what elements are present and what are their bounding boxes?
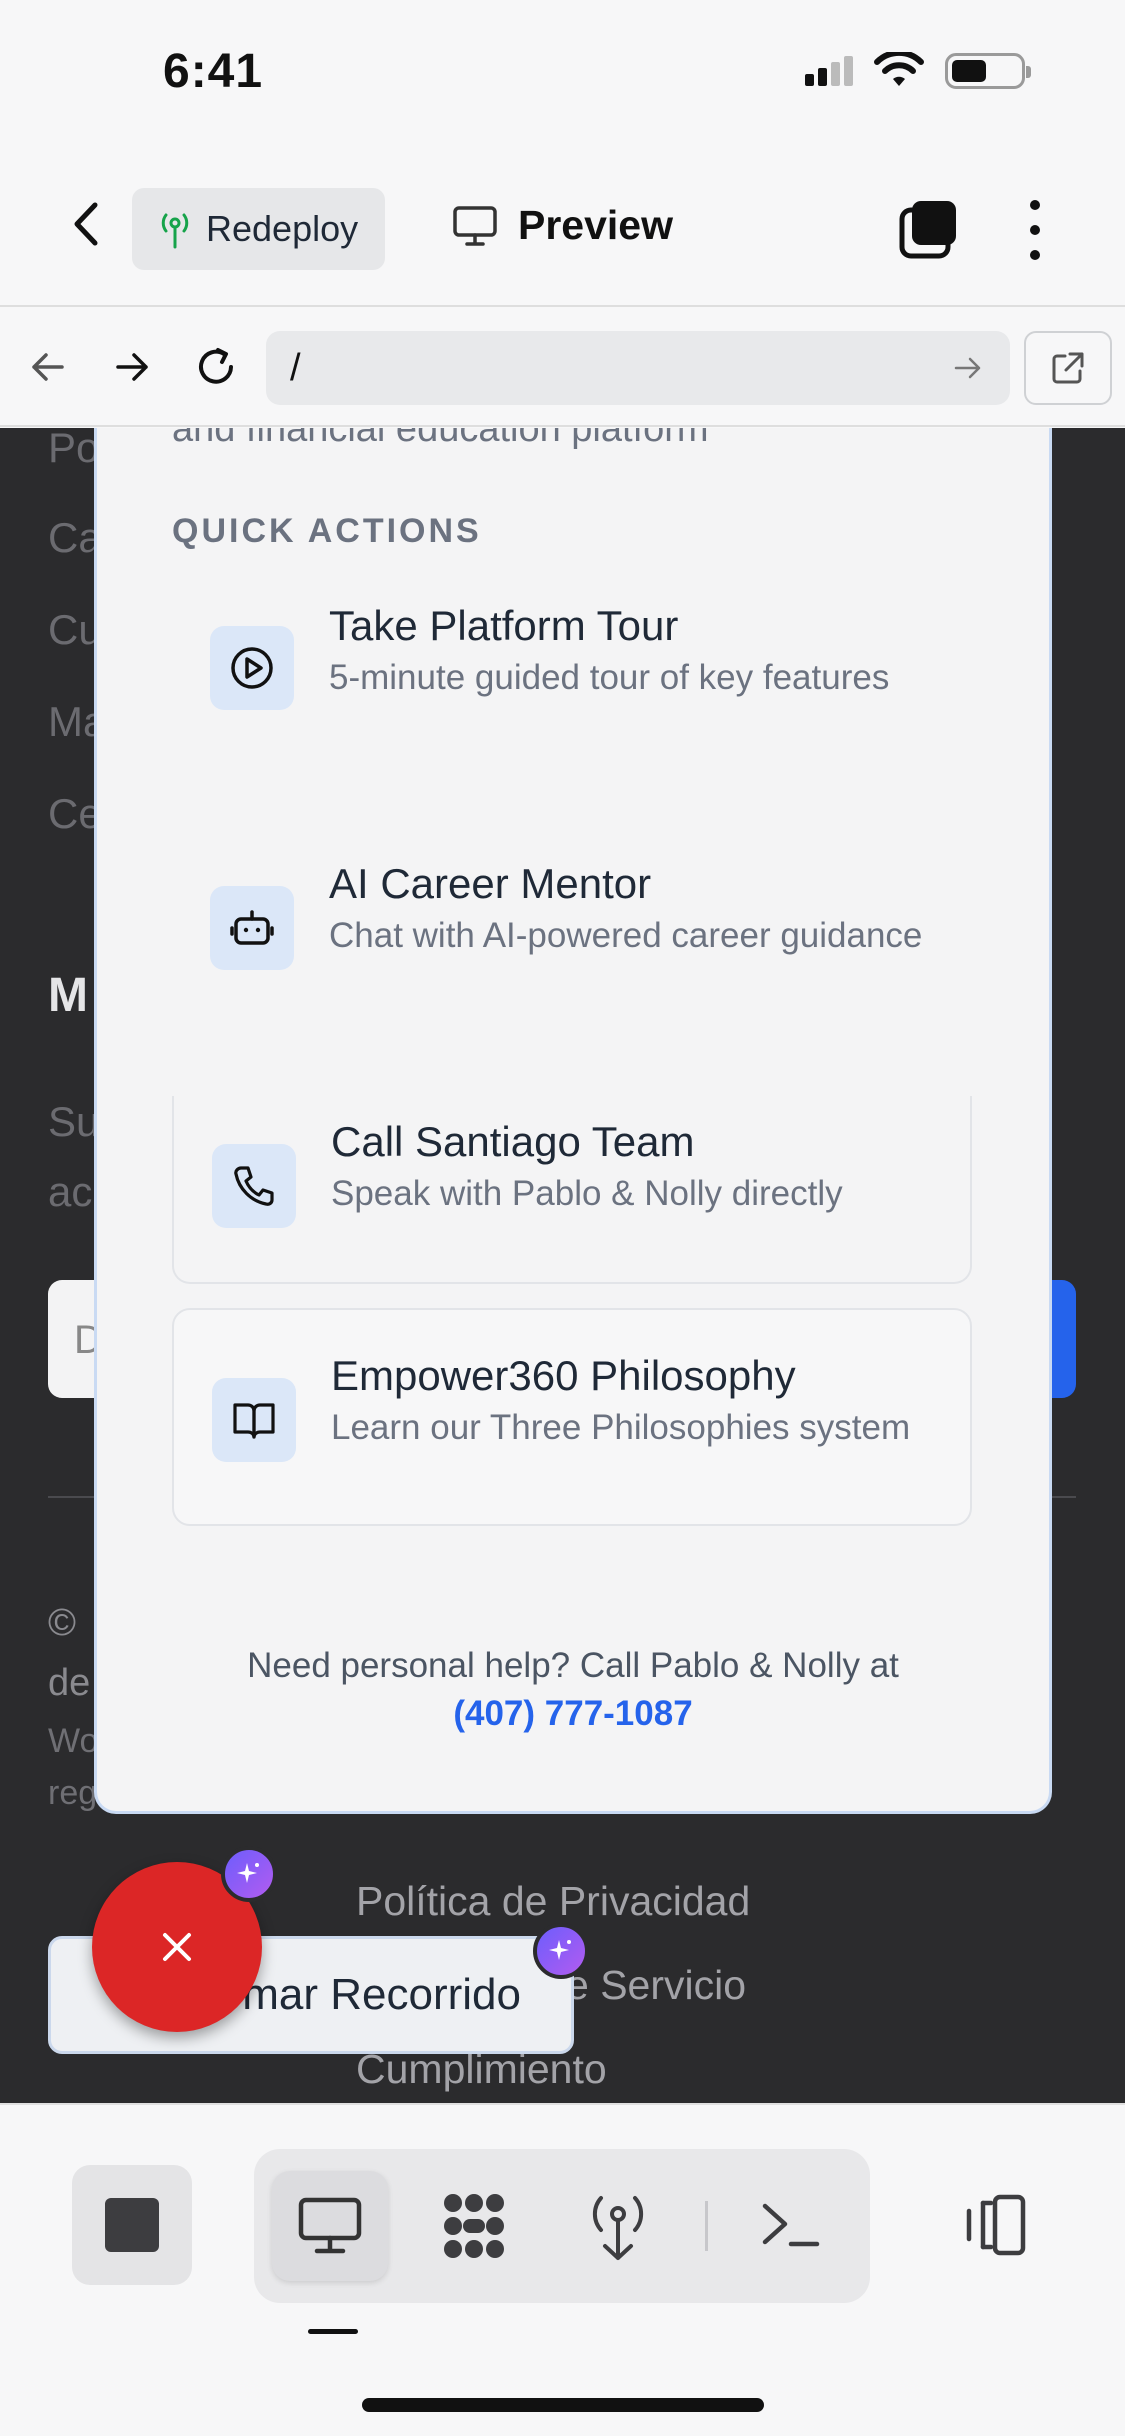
bg-line: ac xyxy=(48,1168,93,1215)
browser-nav-bar: / xyxy=(0,309,1125,427)
bg-line: Su xyxy=(48,1098,100,1145)
monitor-icon xyxy=(298,2197,362,2254)
status-bar: 6:41 xyxy=(0,0,1125,150)
external-link-icon xyxy=(1052,352,1084,384)
more-options-icon[interactable] xyxy=(1015,200,1055,260)
reload-icon xyxy=(199,348,233,384)
phone-icon xyxy=(212,1144,296,1228)
tool-separator xyxy=(705,2201,708,2251)
url-text: / xyxy=(290,346,301,389)
action-description: 5-minute guided tour of key features xyxy=(329,658,890,697)
action-call-santiago[interactable]: Call Santiago Team Speak with Pablo & No… xyxy=(172,1096,972,1284)
copyright-text: reg xyxy=(48,1774,98,1812)
action-description: Speak with Pablo & Nolly directly xyxy=(331,1174,843,1213)
chevron-left-icon xyxy=(74,202,98,246)
cellular-signal-icon xyxy=(805,56,853,86)
tool-workflows-button[interactable] xyxy=(416,2171,532,2281)
footer-link-terms[interactable]: e Servicio xyxy=(566,1962,746,2009)
action-title: AI Career Mentor xyxy=(329,860,652,907)
help-text: Need personal help? Call Pablo & Nolly a… xyxy=(247,1646,899,1685)
preview-label: Preview xyxy=(518,202,673,248)
panel-toggle-button[interactable] xyxy=(954,2187,1030,2263)
action-platform-tour[interactable]: Take Platform Tour 5-minute guided tour … xyxy=(172,600,972,810)
terminal-icon xyxy=(762,2203,820,2247)
bot-icon xyxy=(210,886,294,970)
wifi-icon xyxy=(874,52,924,86)
app-header: Redeploy Preview xyxy=(0,150,1125,307)
quick-actions-title: QUICK ACTIONS xyxy=(172,512,482,550)
url-input[interactable]: / xyxy=(266,331,1010,405)
active-tab-indicator xyxy=(308,2329,358,2334)
action-title: Empower360 Philosophy xyxy=(331,1352,796,1399)
action-description: Learn our Three Philosophies system xyxy=(331,1408,911,1447)
tool-group xyxy=(254,2149,870,2303)
stop-icon xyxy=(105,2198,159,2252)
arrow-left-icon xyxy=(32,353,64,381)
sidebar-toggle-icon xyxy=(966,2194,1026,2256)
tabs-icon[interactable] xyxy=(898,198,960,260)
bg-line: Po xyxy=(48,428,100,471)
start-tour-label: mar Recorrido xyxy=(242,1970,521,2019)
home-indicator xyxy=(362,2398,764,2412)
copyright-text: © xyxy=(48,1602,76,1644)
action-empower360-philosophy[interactable]: Empower360 Philosophy Learn our Three Ph… xyxy=(172,1308,972,1526)
open-external-button[interactable] xyxy=(1024,331,1112,405)
phone-link[interactable]: (407) 777-1087 xyxy=(97,1690,1049,1738)
action-title: Call Santiago Team xyxy=(331,1118,695,1165)
status-icons xyxy=(805,52,1031,90)
bg-heading: M xyxy=(48,969,88,1022)
browser-reload-button[interactable] xyxy=(188,339,244,395)
battery-icon xyxy=(945,53,1031,89)
browser-forward-button[interactable] xyxy=(104,339,160,395)
antenna-icon xyxy=(592,2196,644,2260)
status-time: 6:41 xyxy=(163,45,264,98)
book-open-icon xyxy=(212,1378,296,1462)
tool-deploy-button[interactable] xyxy=(560,2171,676,2281)
arrow-right-icon xyxy=(116,353,148,381)
stop-button[interactable] xyxy=(72,2165,192,2285)
close-icon xyxy=(163,1933,191,1961)
tool-preview-button[interactable] xyxy=(272,2171,388,2281)
sparkle-badge-icon xyxy=(221,1846,277,1902)
footer-link-privacy[interactable]: Política de Privacidad xyxy=(356,1878,750,1925)
play-circle-icon xyxy=(210,626,294,710)
monitor-icon xyxy=(453,205,497,246)
copyright-text: de xyxy=(48,1662,91,1704)
preview-tab[interactable]: Preview xyxy=(452,202,673,249)
browser-back-button[interactable] xyxy=(20,339,76,395)
action-ai-career-mentor[interactable]: AI Career Mentor Chat with AI-powered ca… xyxy=(172,858,972,1068)
arrow-right-icon xyxy=(954,357,981,379)
workflow-icon xyxy=(444,2194,504,2258)
redeploy-button[interactable]: Redeploy xyxy=(132,188,385,270)
url-go-button[interactable] xyxy=(940,340,996,396)
bottom-toolbar xyxy=(0,2103,1125,2436)
quick-actions-panel: and financial education platform QUICK A… xyxy=(94,428,1052,1814)
panel-intro-text: and financial education platform xyxy=(172,428,709,450)
tool-shell-button[interactable] xyxy=(732,2171,848,2281)
action-title: Take Platform Tour xyxy=(329,602,679,649)
redeploy-label: Redeploy xyxy=(206,208,359,249)
copyright-text: Wo xyxy=(48,1722,99,1760)
antenna-icon xyxy=(161,213,189,249)
action-description: Chat with AI-powered career guidance xyxy=(329,916,923,955)
sparkle-badge-icon xyxy=(533,1923,589,1979)
panel-footer: Need personal help? Call Pablo & Nolly a… xyxy=(97,1642,1049,1738)
back-button[interactable] xyxy=(58,196,114,252)
